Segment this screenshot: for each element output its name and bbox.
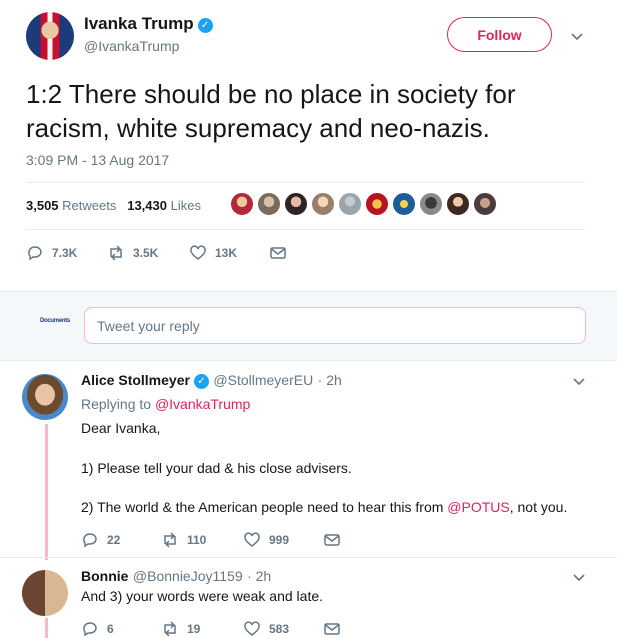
likes-stat[interactable]: 13,430 Likes: [127, 198, 201, 213]
retweet-action[interactable]: 110: [161, 531, 243, 549]
retweet-action[interactable]: 19: [161, 620, 243, 638]
reply-icon: [83, 622, 97, 637]
reply-actions: 6 19 583: [81, 620, 349, 638]
chevron-down-icon[interactable]: [572, 374, 586, 393]
reply-time[interactable]: · 2h: [318, 372, 342, 388]
reply-author-handle[interactable]: @StollmeyerEU: [213, 372, 313, 388]
avatar[interactable]: [392, 192, 416, 216]
divider: [26, 182, 585, 183]
retweet-icon: [164, 621, 176, 637]
like-action[interactable]: 583: [243, 620, 323, 638]
replying-to: Replying to @IvankaTrump: [81, 396, 251, 412]
like-action[interactable]: 13K: [189, 244, 269, 262]
reply-input[interactable]: [84, 307, 586, 344]
user-avatar[interactable]: Documents: [40, 318, 74, 332]
reply-author-name[interactable]: Bonnie: [81, 568, 128, 584]
avatar[interactable]: [22, 570, 68, 616]
envelope-icon: [324, 534, 340, 546]
tweet-actions: 7.3K 3.5K 13K: [26, 244, 295, 262]
reply-action[interactable]: 7.3K: [26, 244, 107, 262]
heart-icon: [244, 532, 260, 547]
retweet-icon: [110, 245, 122, 261]
message-action[interactable]: [323, 531, 349, 549]
avatar[interactable]: [22, 374, 68, 420]
avatar[interactable]: [419, 192, 443, 216]
author-avatar[interactable]: [26, 12, 74, 60]
retweets-stat[interactable]: 3,505 Retweets: [26, 198, 116, 213]
divider: [26, 229, 585, 230]
author-handle[interactable]: @IvankaTrump: [84, 38, 179, 54]
retweet-action[interactable]: 3.5K: [107, 244, 189, 262]
reply-time[interactable]: · 2h: [247, 568, 271, 584]
reply-action[interactable]: 22: [81, 531, 161, 549]
reply-icon: [83, 533, 97, 548]
tweet-text: 1:2 There should be no place in society …: [26, 79, 516, 143]
avatar[interactable]: [338, 192, 362, 216]
heart-icon: [190, 245, 206, 260]
tweet-stats: 3,505 Retweets 13,430 Likes: [26, 198, 201, 213]
reply-header: Alice Stollmeyer ✓ @StollmeyerEU · 2h: [81, 372, 342, 390]
message-action[interactable]: [323, 620, 349, 638]
verified-badge-icon: ✓: [197, 18, 213, 33]
liker-avatars: [230, 192, 500, 218]
envelope-icon: [324, 623, 340, 635]
envelope-icon: [270, 247, 286, 259]
message-action[interactable]: [269, 244, 295, 262]
avatar[interactable]: [473, 192, 497, 216]
chevron-down-icon[interactable]: [572, 570, 586, 589]
reply-actions: 22 110 999: [81, 531, 349, 549]
reply-action[interactable]: 6: [81, 620, 161, 638]
reply-text-line: 1) Please tell your dad & his close advi…: [81, 460, 352, 476]
avatar[interactable]: [446, 192, 470, 216]
avatar[interactable]: [230, 192, 254, 216]
avatar[interactable]: [257, 192, 281, 216]
author-name[interactable]: Ivanka Trump ✓: [84, 14, 213, 34]
reply-author-name[interactable]: Alice Stollmeyer: [81, 372, 190, 388]
mention-link[interactable]: @POTUS: [447, 499, 509, 515]
chevron-down-icon[interactable]: [570, 29, 584, 46]
reply-icon: [28, 246, 42, 261]
reply-text-line: Dear Ivanka,: [81, 420, 161, 436]
reply-author-handle[interactable]: @BonnieJoy1159: [133, 568, 243, 584]
mention-link[interactable]: @IvankaTrump: [155, 396, 250, 412]
follow-button[interactable]: Follow: [447, 17, 552, 52]
thread-connector: [45, 618, 48, 638]
divider: [0, 557, 617, 558]
like-action[interactable]: 999: [243, 531, 323, 549]
reply-text-line: 2) The world & the American people need …: [81, 499, 568, 515]
heart-icon: [244, 621, 260, 636]
avatar[interactable]: [284, 192, 308, 216]
retweet-icon: [164, 532, 176, 548]
tweet-timestamp[interactable]: 3:09 PM - 13 Aug 2017: [26, 152, 169, 168]
avatar[interactable]: [365, 192, 389, 216]
reply-header: Bonnie @BonnieJoy1159 · 2h: [81, 568, 271, 586]
reply-text: And 3) your words were weak and late.: [81, 588, 324, 604]
avatar[interactable]: [311, 192, 335, 216]
thread-connector: [45, 424, 48, 560]
verified-badge-icon: ✓: [193, 374, 209, 389]
